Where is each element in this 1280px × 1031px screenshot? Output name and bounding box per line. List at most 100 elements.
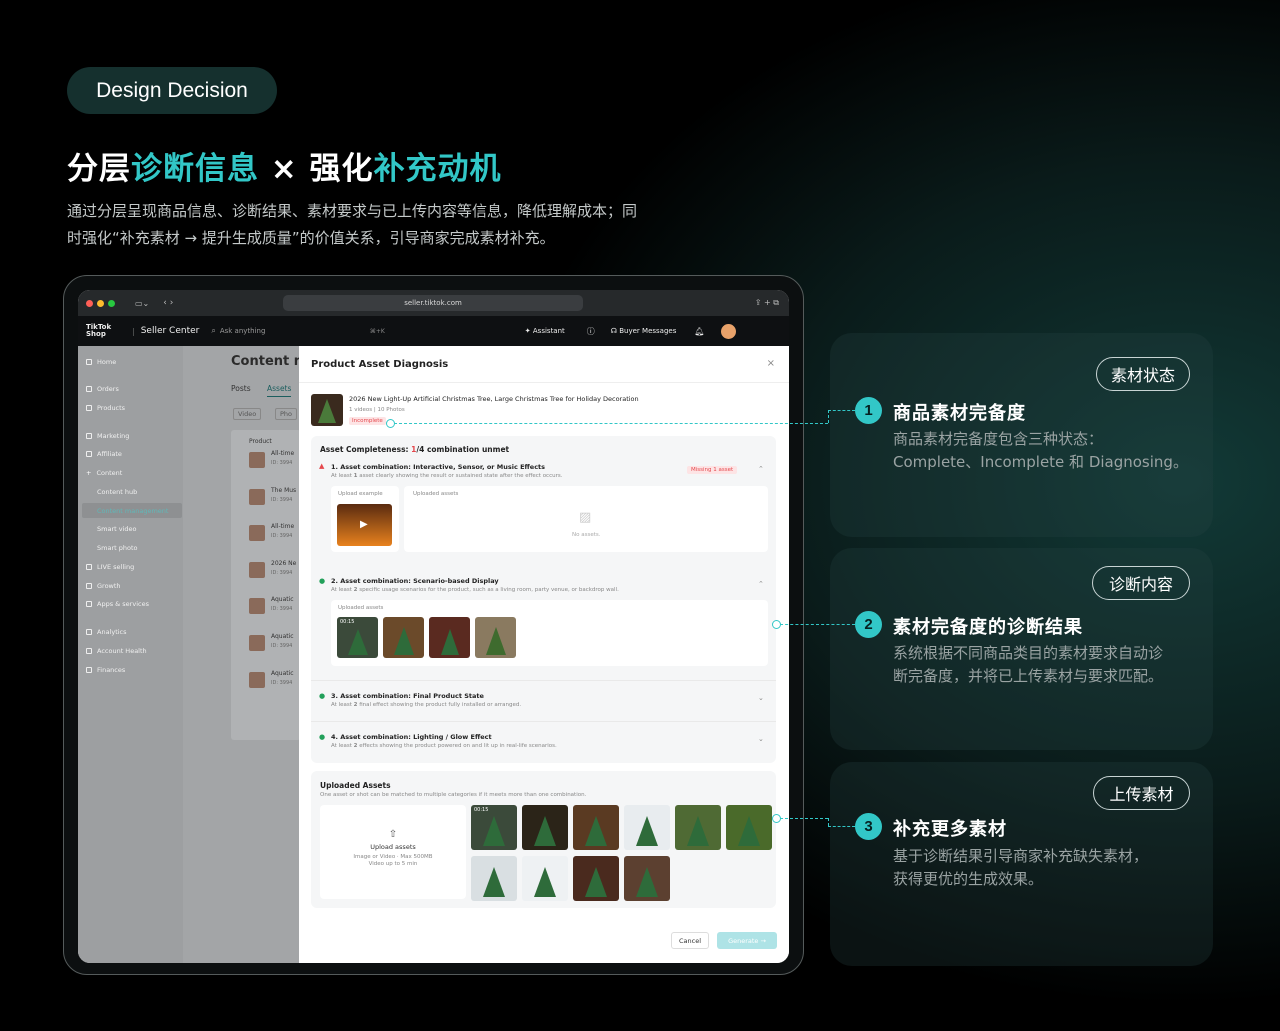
connector-line [780,818,828,819]
page-title: Content m [231,354,308,369]
search-input[interactable]: Ask anything [220,327,370,335]
row-title: Aquatic [271,669,294,677]
bell-icon[interactable]: 🔔︎ [694,327,704,336]
empty-image-icon: ▨ [579,510,592,525]
filter-video[interactable]: Video [233,408,262,420]
asset-thumb[interactable] [522,805,568,850]
asset-thumb[interactable] [383,617,424,658]
avatar[interactable] [720,323,736,339]
row-title: The Mus [271,486,297,494]
sidebar-item-growth[interactable]: Growth [86,582,121,590]
asset-thumb-video[interactable]: 00:15 [337,617,378,658]
sidebar-item-products[interactable]: Products [86,404,125,412]
feature-tag: 上传素材 [1093,776,1190,810]
combo-title: 4. Asset combination: Lighting / Glow Ef… [331,733,492,741]
product-thumbnail [311,394,343,426]
sidebar-item-analytics[interactable]: Analytics [86,628,127,636]
sidebar-item-smart-video[interactable]: Smart video [97,525,136,533]
asset-thumb[interactable] [726,805,772,850]
content-page-background: Content m Posts Assets Video Pho Product… [183,346,307,963]
sidebar-item-finances[interactable]: Finances [86,666,125,674]
chevron-up-icon[interactable]: ⌃ [758,465,764,473]
combo-title: 2. Asset combination: Scenario-based Dis… [331,577,499,585]
back-icon[interactable]: ‹ › [163,298,173,308]
asset-thumb[interactable] [471,856,517,901]
shortcut-hint: ⌘+K [369,327,385,335]
close-dot-icon[interactable] [86,299,93,307]
tab-assets[interactable]: Assets [267,384,292,397]
row-id: ID: 3994 [271,569,293,576]
feature-number: 1 [855,397,882,424]
row-id: ID: 3994 [271,533,293,540]
asset-thumb[interactable] [429,617,470,658]
maximize-dot-icon[interactable] [108,299,115,307]
modal-title: Product Asset Diagnosis [311,359,449,370]
feature-title: 补充更多素材 [893,819,1007,840]
asset-thumb[interactable] [475,617,516,658]
cancel-button[interactable]: Cancel [671,932,709,949]
generate-button[interactable]: Generate → [717,932,777,949]
table-row[interactable]: The Mus ID: 3994 [249,487,299,517]
asset-thumb[interactable] [624,805,670,850]
table-row[interactable]: Aquatic ID: 3994 [249,670,299,700]
asset-thumb[interactable] [573,805,619,850]
table-row[interactable]: Aquatic ID: 3994 [249,596,299,626]
assistant-button[interactable]: ✦ Assistant [525,327,565,335]
sidebar-item-affiliate[interactable]: Affiliate [86,450,122,458]
chevron-up-icon[interactable]: ⌃ [758,580,764,588]
sidebar-item-smart-photo[interactable]: Smart photo [97,544,137,552]
buyer-messages-button[interactable]: ☊ Buyer Messages [611,327,677,335]
combo-desc: At least 2 final effect showing the prod… [331,702,522,708]
row-thumb [249,488,265,505]
sidebar-item-content-management[interactable]: Content management [97,507,168,515]
sidebar-item-marketing[interactable]: Marketing [86,432,129,440]
tab-posts[interactable]: Posts [231,384,251,393]
table-row[interactable]: All-time ID: 3994 [249,450,299,480]
asset-thumb[interactable] [522,856,568,901]
upload-example-label: Upload example [338,491,383,497]
table-row[interactable]: All-time ID: 3994 [249,523,299,553]
sidebar-item-orders[interactable]: Orders [86,385,119,393]
chevron-down-icon[interactable]: ⌄ [758,735,764,743]
connector-line [828,410,855,411]
sidebar-toggle-icon[interactable]: ▭⌄ [135,299,149,308]
asset-thumb-video[interactable]: 00:15 [471,805,517,850]
combo-title: 3. Asset combination: Final Product Stat… [331,692,484,700]
upload-dropzone[interactable]: ⇧ Upload assets Image or Video · Max 500… [320,805,466,899]
headline-highlight: 诊断信息 [131,151,259,187]
share-newtab-tabs-icons[interactable]: ⇪ + ⧉ [755,298,779,308]
upload-hint: Video up to 5 min [368,861,418,867]
sidebar-item-apps[interactable]: Apps & services [86,600,149,608]
close-icon[interactable]: × [767,358,775,369]
help-icon[interactable]: ⓘ [587,326,595,337]
sidebar-item-home[interactable]: Home [86,358,116,366]
asset-thumb[interactable] [675,805,721,850]
table-row[interactable]: Aquatic ID: 3994 [249,633,299,663]
filter-photo[interactable]: Pho [275,408,298,420]
connector-dot [772,620,781,629]
design-decision-badge: Design Decision [67,67,277,114]
sidebar-item-content-hub[interactable]: Content hub [97,488,137,496]
row-title: All-time [271,523,295,531]
sidebar-item-live-selling[interactable]: LIVE selling [86,563,134,571]
chevron-down-icon[interactable]: ⌄ [758,694,764,702]
tiktok-shop-logo[interactable]: TikTok Shop [86,324,126,338]
table-row[interactable]: 2026 Ne ID: 3994 [249,560,299,590]
row-thumb [249,598,265,615]
address-bar[interactable]: seller.tiktok.com [283,295,583,311]
sidebar-item-account-health[interactable]: Account Health [86,647,147,655]
asset-thumb[interactable] [573,856,619,901]
uploaded-assets-box: Uploaded assets ▨ No assets. [404,486,768,552]
sidebar-item-content[interactable]: + Content [86,469,122,477]
feature-desc: 商品素材完备度包含三种状态： Complete、Incomplete 和 Diag… [893,428,1193,474]
row-id: ID: 3994 [271,679,293,686]
row-thumb [249,525,265,542]
seller-topbar: TikTok Shop | Seller Center ⌕ Ask anythi… [78,316,789,346]
uploaded-assets-label: Uploaded assets [413,491,459,497]
minimize-dot-icon[interactable] [97,299,104,307]
connector-dot [386,419,395,428]
divider [311,721,776,722]
example-video-thumb[interactable]: ▶ [337,504,392,546]
check-icon: ● [319,733,326,741]
asset-thumb[interactable] [624,856,670,901]
